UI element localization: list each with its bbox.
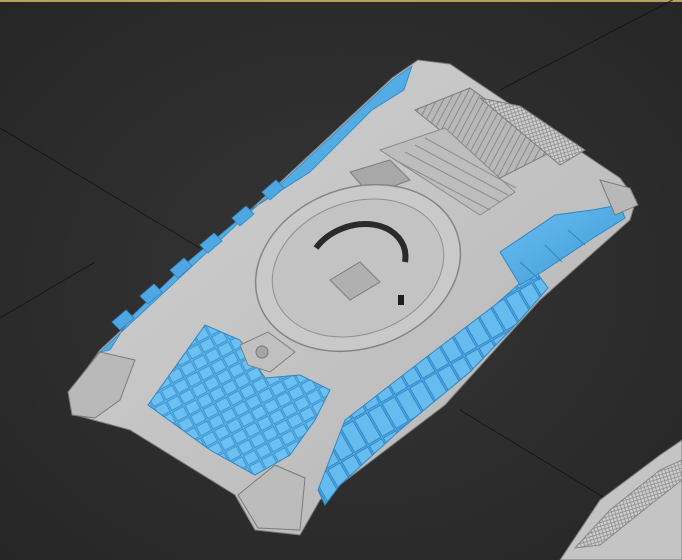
tank-hull-model[interactable] <box>67 59 639 536</box>
viewport-scene[interactable] <box>0 0 682 560</box>
second-model-partial[interactable] <box>559 439 682 560</box>
3d-viewport[interactable] <box>0 0 682 560</box>
periscope <box>255 345 269 359</box>
ring-slot <box>398 295 404 305</box>
